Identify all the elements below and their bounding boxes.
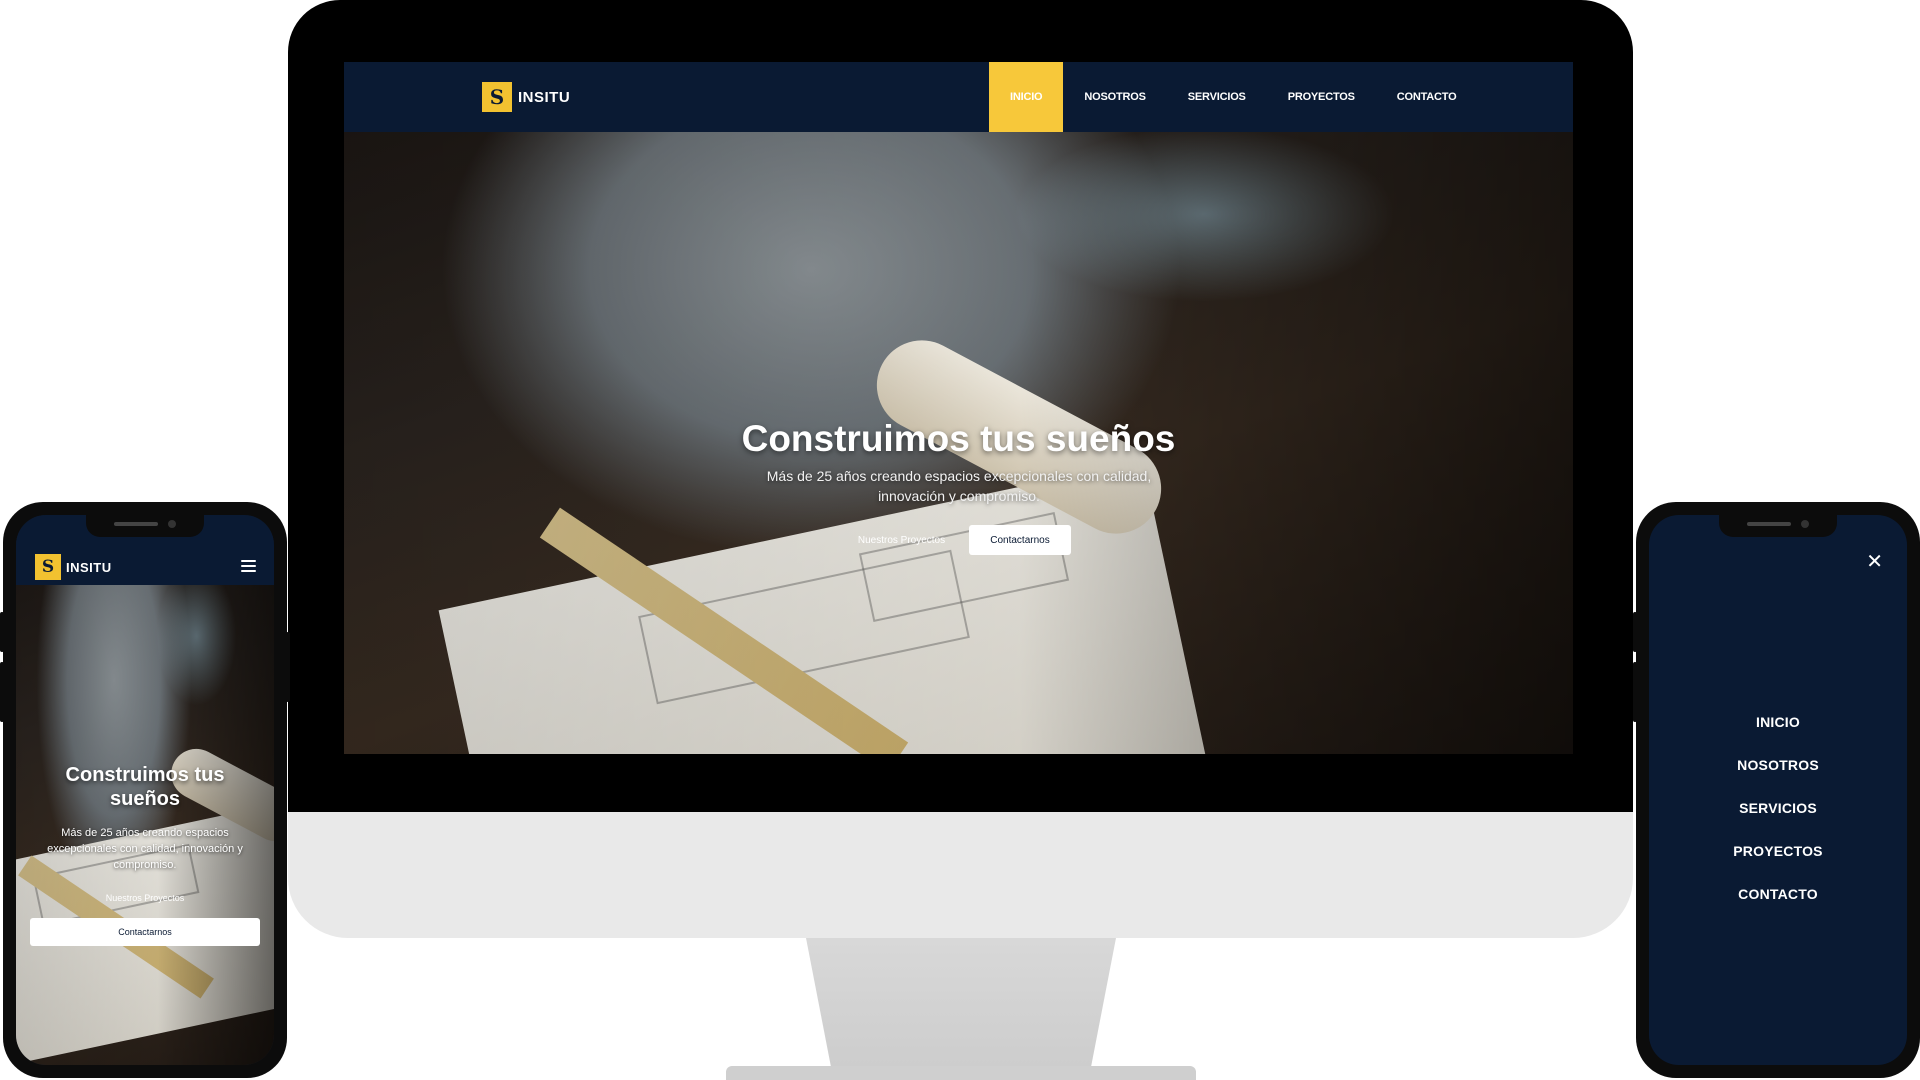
brand-name: INSITU [66, 559, 112, 575]
logo-mark-icon: S [482, 82, 512, 112]
nav-item-proyectos[interactable]: PROYECTOS [1267, 62, 1376, 132]
nav-item-contacto[interactable]: CONTACTO [1376, 62, 1478, 132]
mobile-menu-item-nosotros[interactable]: NOSOTROS [1649, 743, 1907, 786]
mobile-screen: S INSITU Construimos tus sueños Más de 2… [16, 515, 274, 1065]
monitor-stand-base [726, 1066, 1196, 1080]
hero-title: Construimos tus sueños [741, 418, 1176, 459]
desktop-monitor: S INSITU INICIO NOSOTROS SERVICIOS PROYE… [288, 0, 1633, 1080]
mobile-hero-subtitle: Más de 25 años creando espacios excepcio… [47, 827, 243, 871]
mobile-menu-item-inicio[interactable]: INICIO [1649, 700, 1907, 743]
nav-item-nosotros[interactable]: NOSOTROS [1063, 62, 1166, 132]
mobile-hero-title: Construimos tus sueños [65, 764, 225, 810]
desktop-navbar: S INSITU INICIO NOSOTROS SERVICIOS PROYE… [344, 62, 1573, 132]
mobile-phone-home: S INSITU Construimos tus sueños Más de 2… [0, 502, 290, 1078]
logo-mark-icon: S [35, 554, 61, 580]
projects-button[interactable]: Nuestros Proyectos [844, 525, 959, 555]
desktop-screen: S INSITU INICIO NOSOTROS SERVICIOS PROYE… [344, 62, 1573, 754]
hero-subtitle: Más de 25 años creando espacios excepcio… [766, 468, 1152, 504]
desktop-nav-menu: INICIO NOSOTROS SERVICIOS PROYECTOS CONT… [989, 62, 1477, 132]
nav-item-servicios[interactable]: SERVICIOS [1167, 62, 1267, 132]
brand-name: INSITU [518, 88, 571, 106]
mobile-contact-button[interactable]: Contactarnos [30, 918, 260, 946]
brand-logo[interactable]: S INSITU [482, 82, 570, 112]
mobile-overlay-menu: INICIO NOSOTROS SERVICIOS PROYECTOS CONT… [1649, 700, 1907, 915]
contact-button[interactable]: Contactarnos [969, 525, 1071, 555]
mobile-brand-logo[interactable]: S INSITU [35, 554, 112, 580]
monitor-chin [288, 812, 1633, 938]
mobile-menu-item-contacto[interactable]: CONTACTO [1649, 872, 1907, 915]
mobile-phone-menu-open: ✕ INICIO NOSOTROS SERVICIOS PROYECTOS CO… [1633, 502, 1920, 1078]
hamburger-icon[interactable] [241, 560, 256, 572]
mobile-menu-item-proyectos[interactable]: PROYECTOS [1649, 829, 1907, 872]
mobile-menu-screen: ✕ INICIO NOSOTROS SERVICIOS PROYECTOS CO… [1649, 515, 1907, 1065]
close-icon[interactable]: ✕ [1866, 552, 1883, 572]
desktop-hero: Construimos tus sueños Más de 25 años cr… [344, 132, 1573, 754]
mobile-hero: Construimos tus sueños Más de 25 años cr… [16, 585, 274, 1065]
nav-item-inicio[interactable]: INICIO [989, 62, 1064, 132]
mobile-projects-button[interactable]: Nuestros Proyectos [36, 888, 254, 908]
monitor-stand [806, 938, 1116, 1066]
device-mockup-stage: S INSITU INICIO NOSOTROS SERVICIOS PROYE… [0, 0, 1920, 1080]
mobile-menu-item-servicios[interactable]: SERVICIOS [1649, 786, 1907, 829]
